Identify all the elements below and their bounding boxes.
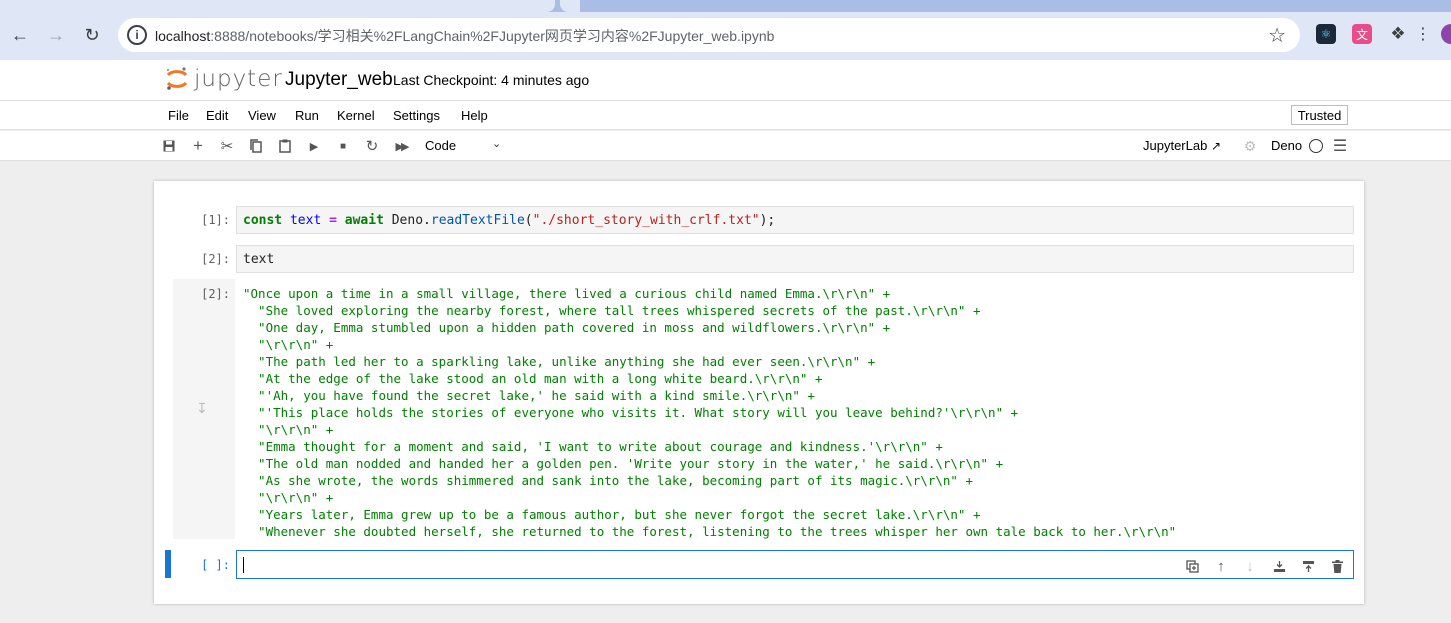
kernel-name[interactable]: Deno [1271,138,1302,153]
browser-tab[interactable] [0,0,555,12]
menu-run[interactable]: Run [295,108,319,123]
code-token: await [344,213,384,228]
move-up-icon[interactable]: ↑ [1212,557,1230,575]
forward-icon[interactable]: → [45,24,67,46]
bookmark-star-icon[interactable]: ☆ [1268,23,1286,48]
open-jupyterlab-link[interactable]: JupyterLab ↗ [1143,138,1221,153]
code-token: ); [759,213,776,228]
jupyter-wordmark[interactable]: jupyter [194,66,283,92]
restart-icon[interactable]: ↻ [363,137,381,155]
extensions-icon[interactable]: ❖ [1388,24,1408,44]
cell-3-prompt: [ ]: [201,558,230,572]
debugger-bug-icon[interactable]: ⚙ [1241,137,1259,155]
kernel-status-icon [1309,139,1323,153]
notebook-title[interactable]: Jupyter_web [285,69,393,91]
save-icon[interactable] [160,137,178,155]
code-token: text [289,213,322,228]
menu-settings[interactable]: Settings [393,108,440,123]
address-bar[interactable]: i localhost:8888/notebooks/学习相关%2FLangCh… [118,18,1300,52]
site-info-icon[interactable]: i [127,25,147,45]
cell-2-output-prompt: [2]: [201,287,230,301]
notebook-toolbar: + ✂ ▶ ■ ↻ ▶▶ Code ⌄ JupyterLab ↗ ⚙ Deno … [0,131,1451,161]
code-token: const [243,213,283,228]
notebook-panel: [1]: const text = await Deno.readTextFil… [154,181,1364,604]
browser-tab-edge [560,0,580,12]
text-cursor [243,557,244,573]
browser-toolbar: ← → ↻ i localhost:8888/notebooks/学习相关%2F… [0,0,1451,60]
cell-2-prompt: [2]: [201,252,230,266]
back-icon[interactable]: ← [9,24,31,46]
interrupt-icon[interactable]: ■ [334,137,352,155]
cell-1-prompt: [1]: [201,213,230,227]
menu-file[interactable]: File [168,108,189,123]
url-path: :8888/notebooks/学习相关%2FLangChain%2FJupyt… [210,28,775,44]
profile-avatar[interactable] [1441,24,1451,44]
menu-kernel[interactable]: Kernel [337,108,375,123]
hamburger-menu-icon[interactable]: ☰ [1331,137,1349,155]
url-text[interactable]: localhost:8888/notebooks/学习相关%2FLangChai… [155,26,774,46]
run-icon[interactable]: ▶ [305,137,323,155]
menu-bar: File Edit View Run Kernel Settings Help … [0,101,1451,130]
chrome-menu-icon[interactable]: ⋮ [1415,24,1431,44]
cell-1-input[interactable]: const text = await Deno.readTextFile("./… [236,206,1354,234]
jupyterlab-label: JupyterLab [1143,138,1208,153]
code-token: readTextFile [430,213,525,228]
menu-help[interactable]: Help [461,108,488,123]
menu-edit[interactable]: Edit [206,108,228,123]
insert-below-icon[interactable] [1299,557,1317,575]
trusted-indicator[interactable]: Trusted [1291,105,1348,125]
reload-icon[interactable]: ↻ [81,24,103,46]
duplicate-cell-icon[interactable] [1183,557,1201,575]
copy-icon[interactable] [247,137,265,155]
menu-view[interactable]: View [248,108,276,123]
translate-extension-icon[interactable]: 文 [1352,24,1372,44]
last-checkpoint: Last Checkpoint: 4 minutes ago [393,72,590,88]
cut-icon[interactable]: ✂ [218,137,236,155]
url-host: localhost [155,28,211,44]
code-token: "./short_story_with_crlf.txt" [532,213,760,228]
insert-above-icon[interactable] [1270,557,1288,575]
cell-2-output: "Once upon a time in a small village, th… [243,286,1177,539]
external-link-icon: ↗ [1210,139,1222,153]
paste-icon[interactable] [276,137,294,155]
code-token: ( [524,213,533,228]
cell-2-input[interactable]: text [236,245,1354,273]
jupyter-logo-icon[interactable] [165,66,189,92]
cell-3-input[interactable]: ↑ ↓ [236,550,1354,579]
collapse-output-icon[interactable]: ↧ [196,400,208,417]
insert-cell-icon[interactable]: + [189,136,207,155]
move-down-icon[interactable]: ↓ [1241,557,1259,575]
react-devtools-icon[interactable]: ⚛ [1316,24,1336,44]
code-token: Deno. [391,213,431,228]
cell-type-select[interactable]: Code [425,138,456,153]
chevron-down-icon[interactable]: ⌄ [492,137,501,150]
code-token: = [329,213,337,228]
jupyter-header: jupyter Jupyter_web Last Checkpoint: 4 m… [0,60,1451,101]
delete-cell-icon[interactable] [1328,557,1346,575]
restart-run-all-icon[interactable]: ▶▶ [392,137,410,155]
